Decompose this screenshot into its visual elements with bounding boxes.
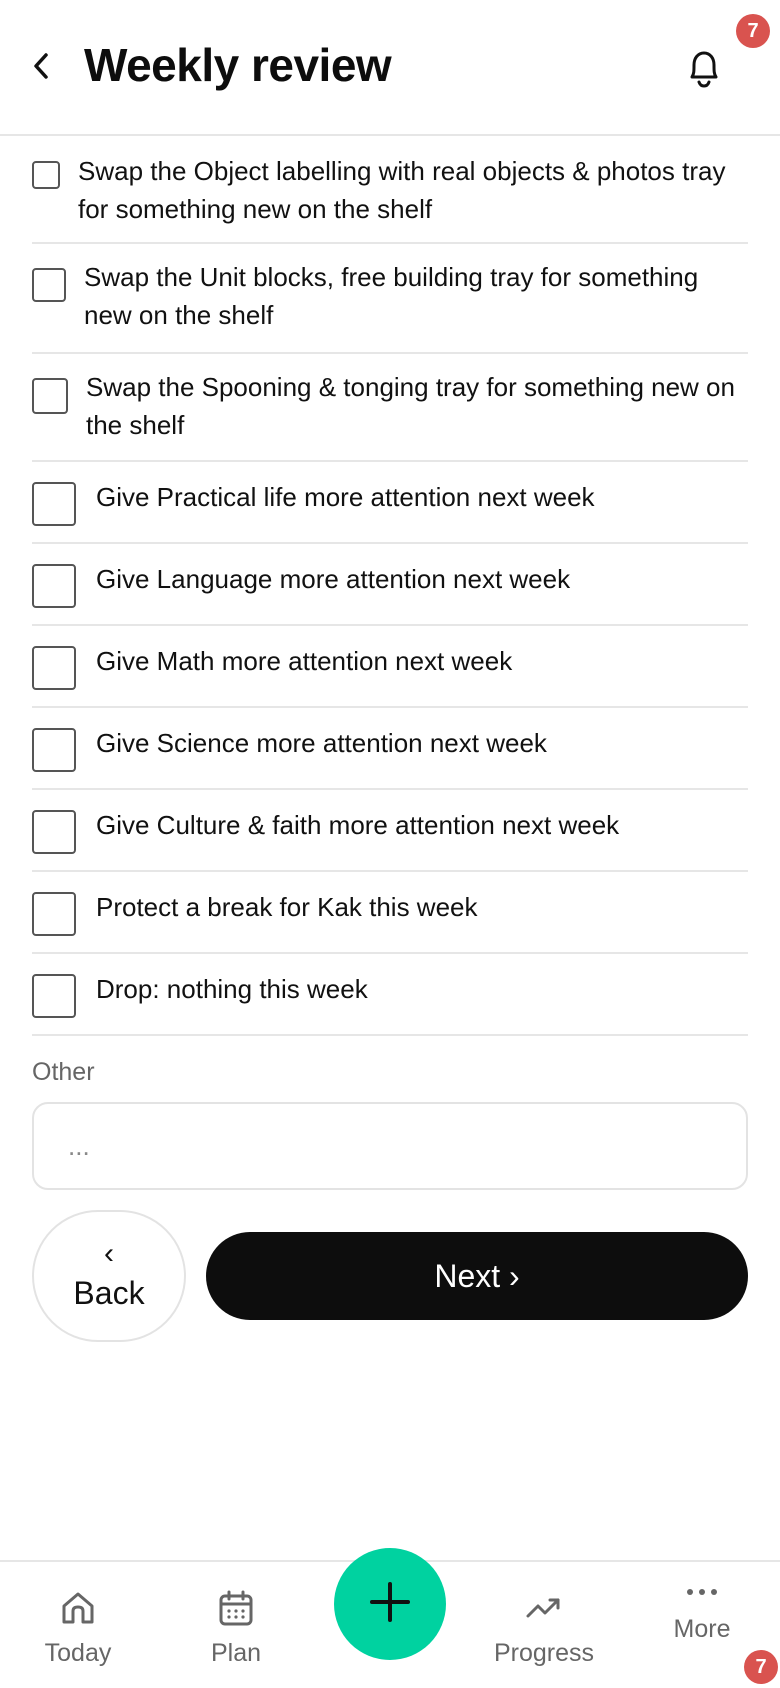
checklist-item-label: Protect a break for Kak this week xyxy=(96,892,478,922)
checkbox[interactable] xyxy=(32,564,76,608)
review-checklist: Swap the Object labelling with real obje… xyxy=(32,136,748,1036)
header: Weekly review xyxy=(0,0,780,136)
checkbox[interactable] xyxy=(32,378,68,414)
checkbox[interactable] xyxy=(32,268,66,302)
checklist-item[interactable]: Swap the Object labelling with real obje… xyxy=(32,136,748,244)
nav-label-today: Today xyxy=(44,1639,112,1667)
checkbox[interactable] xyxy=(32,810,76,854)
checklist-item[interactable]: Protect a break for Kak this week xyxy=(32,872,748,954)
back-button-label: Back xyxy=(73,1275,145,1311)
checklist-item-label: Give Practical life more attention next … xyxy=(96,482,595,512)
other-label: Other xyxy=(32,1058,95,1086)
checklist-item[interactable]: Give Science more attention next week xyxy=(32,708,748,790)
bell-icon[interactable] xyxy=(680,44,728,92)
other-input[interactable] xyxy=(32,1102,748,1190)
checkbox[interactable] xyxy=(32,974,76,1018)
notification-badge: 7 xyxy=(736,14,770,48)
checklist-item-label: Give Science more attention next week xyxy=(96,728,547,758)
checklist-item-label: Swap the Unit blocks, free building tray… xyxy=(84,262,699,330)
nav-item-progress[interactable]: Progress xyxy=(484,1588,604,1668)
nav-label-progress: Progress xyxy=(493,1639,595,1667)
nav-item-today[interactable]: Today xyxy=(38,1588,118,1668)
checkbox[interactable] xyxy=(32,892,76,936)
checklist-item[interactable]: Swap the Unit blocks, free building tray… xyxy=(32,244,748,354)
trending-up-icon xyxy=(524,1588,564,1633)
calendar-icon xyxy=(216,1588,256,1633)
back-button[interactable]: ‹ Back xyxy=(32,1210,186,1342)
next-button[interactable]: Next › xyxy=(206,1232,748,1320)
weekly-review-screen: Weekly review 7 Swap the Object labellin… xyxy=(0,0,780,1688)
checklist-item[interactable]: Give Math more attention next week xyxy=(32,626,748,708)
nav-item-more[interactable]: More xyxy=(660,1580,744,1644)
nav-item-plan[interactable]: Plan xyxy=(196,1588,276,1668)
checkbox[interactable] xyxy=(32,646,76,690)
checklist-item-label: Give Culture & faith more attention next… xyxy=(96,810,620,840)
back-chevron-icon[interactable] xyxy=(26,46,56,86)
checklist-item-label: Swap the Spooning & tonging tray for som… xyxy=(86,372,735,440)
add-button[interactable] xyxy=(334,1548,446,1660)
nav-label-plan: Plan xyxy=(210,1639,262,1667)
checklist-item-label: Give Language more attention next week xyxy=(96,564,571,594)
checklist-item[interactable]: Drop: nothing this week xyxy=(32,954,748,1036)
checklist-item-label: Give Math more attention next week xyxy=(96,646,513,676)
plus-icon xyxy=(368,1580,412,1629)
more-dots-icon xyxy=(682,1580,722,1609)
more-badge: 7 xyxy=(744,1650,778,1684)
checklist-item[interactable]: Swap the Spooning & tonging tray for som… xyxy=(32,354,748,462)
checklist-item[interactable]: Give Language more attention next week xyxy=(32,544,748,626)
home-icon xyxy=(58,1588,98,1633)
checkbox[interactable] xyxy=(32,482,76,526)
page-title: Weekly review xyxy=(84,39,392,91)
checkbox[interactable] xyxy=(32,728,76,772)
checklist-item[interactable]: Give Culture & faith more attention next… xyxy=(32,790,748,872)
nav-label-more: More xyxy=(673,1615,731,1643)
checklist-item-label: Drop: nothing this week xyxy=(96,974,368,1004)
checklist-item[interactable]: Give Practical life more attention next … xyxy=(32,462,748,544)
chevron-left-icon: ‹ xyxy=(104,1237,114,1270)
checkbox[interactable] xyxy=(32,161,60,189)
checklist-item-label: Swap the Object labelling with real obje… xyxy=(78,156,726,224)
